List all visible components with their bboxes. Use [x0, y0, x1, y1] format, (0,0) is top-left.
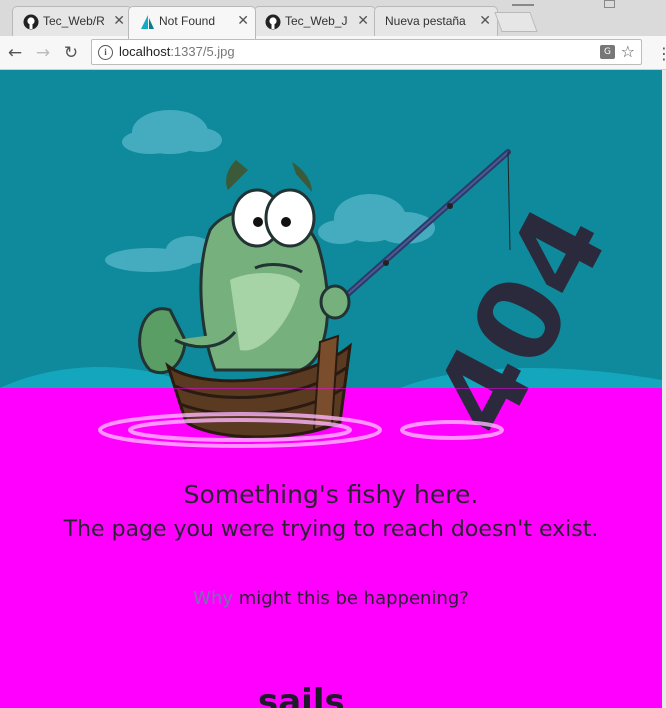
why-text: Why might this be happening?	[0, 588, 662, 609]
maximize-icon[interactable]	[604, 0, 615, 8]
new-tab-button[interactable]	[494, 12, 538, 32]
tab-label: Tec_Web/R	[43, 14, 105, 28]
tab-not-found[interactable]: Not Found ✕	[128, 6, 256, 39]
address-bar[interactable]: i localhost:1337/5.jpg G ☆	[91, 39, 642, 65]
star-icon[interactable]: ☆	[621, 42, 635, 61]
github-icon	[265, 14, 281, 30]
github-icon	[23, 14, 39, 30]
url-path: :1337/5.jpg	[170, 44, 235, 59]
tab-label: Not Found	[159, 14, 216, 28]
tab-tec-web-j[interactable]: Tec_Web_J ✕	[254, 6, 376, 36]
error-subheading: The page you were trying to reach doesn'…	[63, 517, 599, 542]
close-tab-icon[interactable]: ✕	[479, 13, 491, 29]
error-heading: Something's fishy here.	[183, 480, 479, 509]
menu-icon[interactable]: ⋮	[656, 44, 666, 63]
tab-label: Nueva pestaña	[385, 14, 466, 28]
translate-icon[interactable]: G	[600, 45, 615, 59]
minimize-icon[interactable]	[512, 0, 534, 6]
sails-icon	[141, 15, 154, 29]
url-text[interactable]: localhost:1337/5.jpg	[119, 44, 235, 59]
close-tab-icon[interactable]: ✕	[237, 13, 249, 29]
why-text-rest: might this be happening?	[233, 588, 469, 609]
back-arrow-icon[interactable]: ←	[4, 42, 26, 64]
page-scrollbar[interactable]	[662, 70, 666, 708]
forward-arrow-icon[interactable]: →	[32, 42, 54, 64]
close-tab-icon[interactable]: ✕	[113, 13, 125, 29]
why-link[interactable]: Why	[193, 588, 233, 609]
browser-tab-strip: Tec_Web/R ✕ Not Found ✕ Tec_Web_J ✕ Nuev…	[0, 0, 666, 39]
page-viewport: 404 Something's fishy here. The page you…	[0, 70, 662, 708]
tab-tec-web-r[interactable]: Tec_Web/R ✕	[12, 6, 132, 36]
browser-toolbar: ← → ↻ i localhost:1337/5.jpg G ☆ ⋮	[0, 36, 666, 70]
sails-logo[interactable]: sails	[258, 682, 345, 708]
url-host: localhost	[119, 44, 171, 59]
fishing-scene-illustration: 404	[0, 70, 662, 455]
info-icon[interactable]: i	[98, 45, 113, 60]
reload-icon[interactable]: ↻	[60, 42, 82, 64]
close-tab-icon[interactable]: ✕	[357, 13, 369, 29]
tab-nueva-pestana[interactable]: Nueva pestaña ✕	[374, 6, 498, 36]
tab-label: Tec_Web_J	[285, 14, 347, 28]
